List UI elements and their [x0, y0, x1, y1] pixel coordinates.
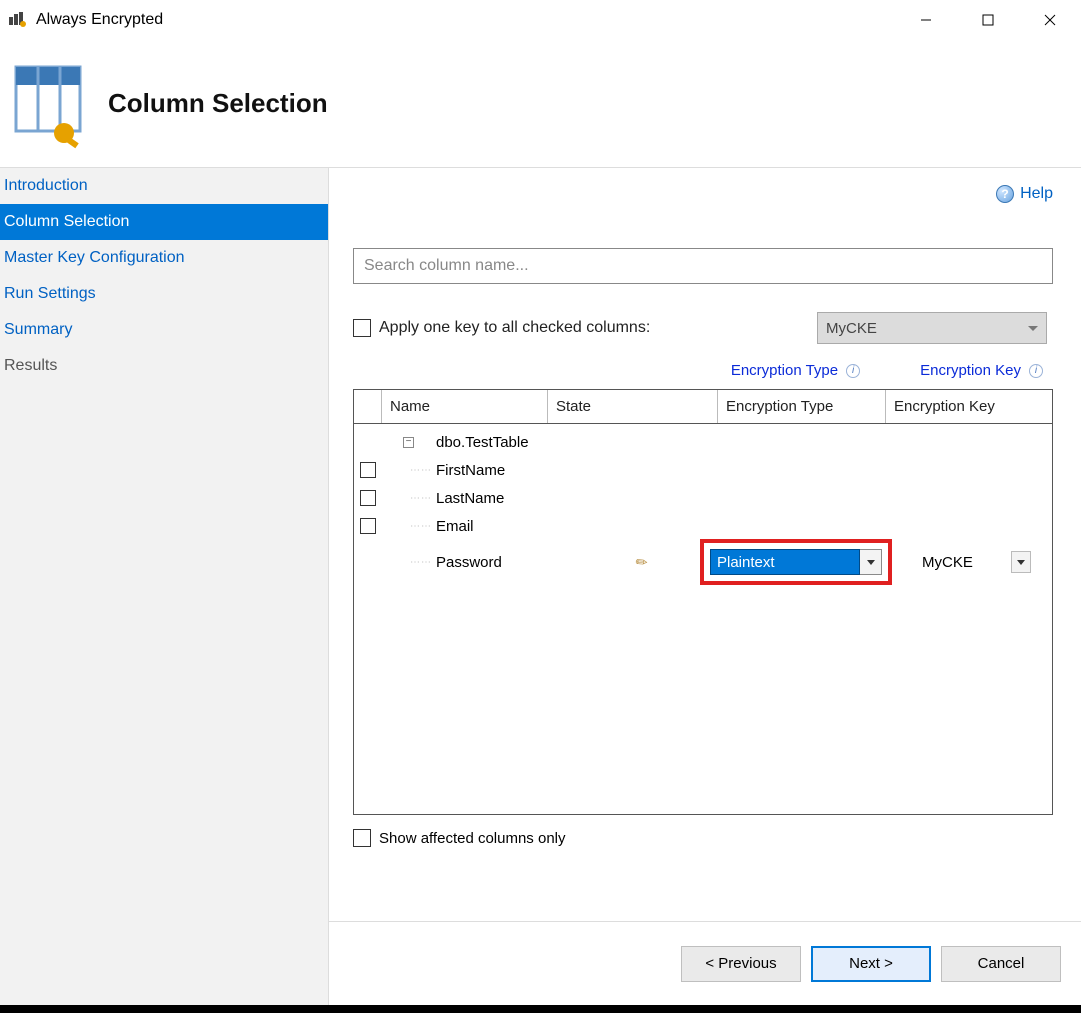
show-affected-only-label: Show affected columns only — [379, 830, 566, 847]
tree-table-name: dbo.TestTable — [436, 434, 636, 451]
column-row: ⋯⋯ Email — [354, 512, 1052, 540]
column-row: ⋯⋯ FirstName — [354, 456, 1052, 484]
info-icon: i — [846, 364, 860, 378]
show-affected-only-checkbox[interactable] — [353, 829, 371, 847]
wizard-footer: < Previous Next > Cancel — [329, 921, 1081, 1005]
chevron-down-icon — [867, 560, 875, 565]
apply-one-key-label: Apply one key to all checked columns: — [379, 319, 650, 337]
column-checkbox-firstname[interactable] — [360, 462, 376, 478]
column-name: LastName — [436, 490, 636, 507]
help-icon: ? — [996, 185, 1014, 203]
column-checkbox-lastname[interactable] — [360, 490, 376, 506]
wizard-header: Column Selection — [0, 40, 1081, 168]
tree-branch-icon: ⋯⋯ — [400, 493, 432, 504]
tree-collapse-icon[interactable]: − — [403, 437, 414, 448]
wizard-header-icon — [10, 59, 90, 149]
previous-button[interactable]: < Previous — [681, 946, 801, 982]
encryption-type-highlight: Plaintext — [700, 539, 892, 585]
tree-table-node[interactable]: − dbo.TestTable — [354, 428, 1052, 456]
columns-grid: Name State Encryption Type Encryption Ke… — [353, 389, 1053, 815]
window-titlebar: Always Encrypted — [0, 0, 1081, 40]
column-checkbox-email[interactable] — [360, 518, 376, 534]
grid-header-encryption-type[interactable]: Encryption Type — [718, 390, 886, 423]
column-name: Password — [436, 554, 636, 571]
encryption-type-value: Plaintext — [717, 554, 775, 571]
nav-item-results: Results — [0, 348, 328, 384]
legend-encryption-key[interactable]: Encryption Key i — [920, 362, 1043, 379]
next-button[interactable]: Next > — [811, 946, 931, 982]
app-icon — [8, 10, 28, 30]
tree-branch-icon: ⋯⋯ — [400, 521, 432, 532]
cancel-button[interactable]: Cancel — [941, 946, 1061, 982]
wizard-nav-sidebar: Introduction Column Selection Master Key… — [0, 168, 329, 1005]
nav-item-column-selection[interactable]: Column Selection — [0, 204, 328, 240]
window-minimize-button[interactable] — [895, 0, 957, 40]
nav-item-run-settings[interactable]: Run Settings — [0, 276, 328, 312]
columns-grid-header: Name State Encryption Type Encryption Ke… — [354, 390, 1052, 424]
apply-one-key-value: MyCKE — [826, 320, 877, 337]
chevron-down-icon — [1017, 560, 1025, 565]
grid-header-name[interactable]: Name — [382, 390, 548, 423]
encryption-key-select[interactable]: MyCKE — [918, 551, 1031, 573]
info-icon: i — [1029, 364, 1043, 378]
encryption-key-dropdown-button[interactable] — [1011, 551, 1031, 573]
page-title: Column Selection — [108, 88, 328, 119]
chevron-down-icon — [1028, 326, 1038, 331]
window-title: Always Encrypted — [36, 11, 163, 29]
wizard-main-panel: ? Help Apply one key to all checked colu… — [329, 168, 1081, 1005]
nav-item-summary[interactable]: Summary — [0, 312, 328, 348]
tree-branch-icon: ⋯⋯ — [400, 465, 432, 476]
column-row: ⋯⋯ LastName — [354, 484, 1052, 512]
legend-encryption-type[interactable]: Encryption Type i — [731, 362, 860, 379]
grid-header-encryption-key[interactable]: Encryption Key — [886, 390, 1052, 423]
apply-one-key-select[interactable]: MyCKE — [817, 312, 1047, 344]
nav-item-master-key-configuration[interactable]: Master Key Configuration — [0, 240, 328, 276]
grid-header-state[interactable]: State — [548, 390, 718, 423]
nav-item-introduction[interactable]: Introduction — [0, 168, 328, 204]
window-close-button[interactable] — [1019, 0, 1081, 40]
window-bottom-border — [0, 1005, 1081, 1013]
help-link[interactable]: ? Help — [996, 185, 1053, 203]
column-row: ⋯⋯ Password ✎ Plaintext — [354, 540, 1052, 584]
column-name: Email — [436, 518, 636, 535]
tree-branch-icon: ⋯⋯ — [400, 557, 432, 568]
help-link-label: Help — [1020, 185, 1053, 203]
column-name: FirstName — [436, 462, 636, 479]
window-maximize-button[interactable] — [957, 0, 1019, 40]
encryption-key-value: MyCKE — [918, 554, 977, 571]
search-column-input[interactable] — [353, 248, 1053, 284]
encryption-type-select[interactable]: Plaintext — [710, 549, 860, 575]
encryption-type-dropdown-button[interactable] — [860, 549, 882, 575]
apply-one-key-checkbox[interactable] — [353, 319, 371, 337]
